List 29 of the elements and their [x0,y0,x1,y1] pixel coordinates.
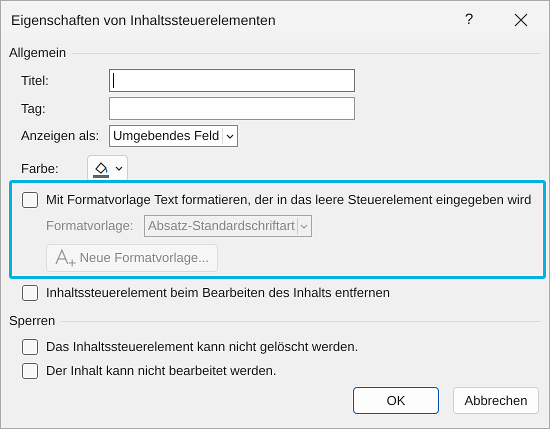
caret-icon [300,224,308,228]
cancel-button[interactable]: Abbrechen [453,387,539,414]
field-label: Anzeigen als: [21,128,100,144]
window-title: Eigenschaften von Inhaltssteuerelementen [11,12,277,28]
checkbox-label: Inhaltssteuerelement beim Bearbeiten des Inhalts entfernen [46,285,390,301]
new-style-icon [55,248,77,268]
close-icon [514,13,528,27]
checkbox-label: Der Inhalt kann nicht bearbeitet werden. [46,363,277,379]
field-label: Farbe: [21,160,60,176]
checkbox-label: Das Inhaltssteuerelement kann nicht gelöscht werden. [46,339,358,355]
checkbox[interactable] [22,363,38,379]
section-heading: Sperren [9,313,56,329]
caret-icon [115,166,123,171]
input-field[interactable] [109,69,355,92]
section-heading: Allgemein [9,45,66,61]
ok-button[interactable]: OK [353,387,439,414]
field-label: Tag: [21,100,47,116]
field-label: Formatvorlage: [46,218,134,234]
help-button[interactable]: ? [449,5,489,35]
input-field[interactable] [109,97,355,120]
color-picker-button[interactable] [87,155,128,182]
display-dropdown[interactable]: Umgebendes Feld [109,125,238,147]
checkbox[interactable] [22,192,38,208]
paint-bucket-icon [92,160,110,178]
checkbox[interactable] [22,339,38,355]
checkbox[interactable] [22,285,38,301]
caret-icon [226,134,234,138]
checkbox-label: Mit Formatvorlage Text formatieren, der in das leere Steuerelement eingegeben wird [46,192,532,208]
field-label: Titel: [21,72,50,88]
